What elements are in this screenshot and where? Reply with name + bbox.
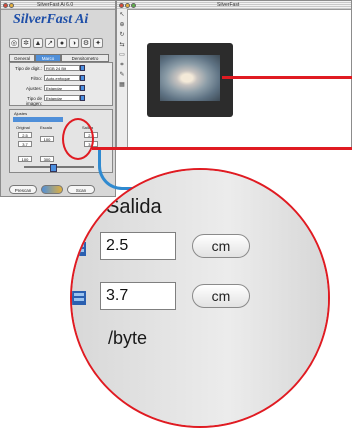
prescan-button[interactable]: Prescan <box>9 185 37 194</box>
tab-marco[interactable]: Marco <box>35 54 61 62</box>
grain-tool-icon[interactable]: ✦ <box>93 38 103 48</box>
original-col-label: Original <box>16 125 30 130</box>
tab-densitometro[interactable]: Densitometro <box>61 54 109 62</box>
scale-slider-handle[interactable] <box>50 164 57 172</box>
flip-tool-icon[interactable]: ⇆ <box>118 41 126 49</box>
width-unit-button[interactable]: cm <box>192 234 250 258</box>
output-group-title: Ajustes <box>14 111 28 116</box>
scan-type-select[interactable]: RGB 24 Bit <box>44 65 80 71</box>
output-height-field[interactable]: 3.7 <box>100 282 176 310</box>
crop-tool-icon[interactable]: ⌗ <box>118 61 126 69</box>
image-type-label: Tipo de imagen: <box>25 96 42 106</box>
original-height-field[interactable]: 3.7 <box>18 141 32 147</box>
zoom-tool-icon[interactable]: ⊕ <box>118 21 126 29</box>
adjustments-label: Ajustes: <box>25 86 42 91</box>
bit-depth-label: /byte <box>108 328 148 348</box>
close-icon[interactable] <box>3 2 8 8</box>
sharpen-tool-icon[interactable]: ⚙ <box>81 38 91 48</box>
preview-close-icon[interactable] <box>119 2 124 8</box>
filter-select[interactable]: Auto-enfoque <box>44 75 80 81</box>
histogram-tool-icon[interactable]: ▲ <box>33 38 43 48</box>
slide-frame <box>147 43 233 117</box>
minimize-icon[interactable] <box>9 2 14 8</box>
preview-minimize-icon[interactable] <box>125 2 130 8</box>
original-width-field[interactable]: 2.5 <box>18 132 32 138</box>
preview-zoom-icon[interactable] <box>131 2 136 8</box>
scale-field[interactable]: 100 <box>40 136 54 142</box>
preview-toolbar: ↖ ⊕ ↻ ⇆ ▭ ⌗ ✎ ▦ <box>117 9 128 149</box>
height-icon <box>72 287 88 309</box>
output-heading: Salida <box>106 196 162 218</box>
ruler-tool-icon[interactable]: ▭ <box>118 51 126 59</box>
resolution-field[interactable]: 100 <box>18 156 32 162</box>
color-tool-icon[interactable]: ● <box>57 38 67 48</box>
height-unit-button[interactable]: cm <box>192 284 250 308</box>
output-resolution-field[interactable]: 300 <box>40 156 54 162</box>
filter-arrow-icon[interactable] <box>80 75 85 81</box>
gradation-tool-icon[interactable]: ↗ <box>45 38 55 48</box>
scale-slider-track[interactable] <box>24 166 94 168</box>
image-type-arrow-icon[interactable] <box>80 95 85 101</box>
output-mode-select[interactable] <box>13 117 63 122</box>
prescan-tool-icon[interactable]: ◎ <box>9 38 19 48</box>
scan-settings-group: Tipo de digit.: RGB 24 Bit Filtro: Auto-… <box>9 62 113 106</box>
auto-tool-icon[interactable]: ✲ <box>21 38 31 48</box>
output-width-field[interactable]: 2.5 <box>100 232 176 260</box>
grid-tool-icon[interactable]: ▦ <box>118 81 126 89</box>
panel-title: SilverFast Ai 6.0 <box>37 2 74 8</box>
filter-label: Filtro: <box>30 76 42 81</box>
frame-button[interactable] <box>41 185 63 194</box>
adjustments-select[interactable]: Estandar <box>44 85 80 91</box>
preview-title: SilverFast <box>217 2 240 8</box>
image-type-select[interactable]: Estandar <box>44 95 80 101</box>
preview-titlebar: SilverFast <box>117 1 351 10</box>
selective-color-icon[interactable]: ◑ <box>69 38 79 48</box>
scan-type-label: Tipo de digit.: <box>15 66 42 71</box>
zoomed-output-detail: Salida 2.5 cm 3.7 cm /byte <box>70 168 330 428</box>
tab-general[interactable]: General <box>9 54 35 62</box>
scale-col-label: Escala <box>40 125 53 130</box>
callout-line-preview <box>222 76 352 79</box>
silverfast-logo: SilverFast Ai <box>13 12 89 27</box>
scan-type-arrow-icon[interactable] <box>80 65 85 71</box>
width-icon <box>72 238 88 260</box>
highlight-circle <box>62 118 94 160</box>
pointer-tool-icon[interactable]: ↖ <box>118 11 126 19</box>
panel-titlebar: SilverFast Ai 6.0 <box>1 1 115 10</box>
pipette-tool-icon[interactable]: ✎ <box>118 71 126 79</box>
adjustments-arrow-icon[interactable] <box>80 85 85 91</box>
rotate-tool-icon[interactable]: ↻ <box>118 31 126 39</box>
preview-image[interactable] <box>160 55 220 101</box>
preview-window: SilverFast ↖ ⊕ ↻ ⇆ ▭ ⌗ ✎ ▦ <box>116 0 352 150</box>
